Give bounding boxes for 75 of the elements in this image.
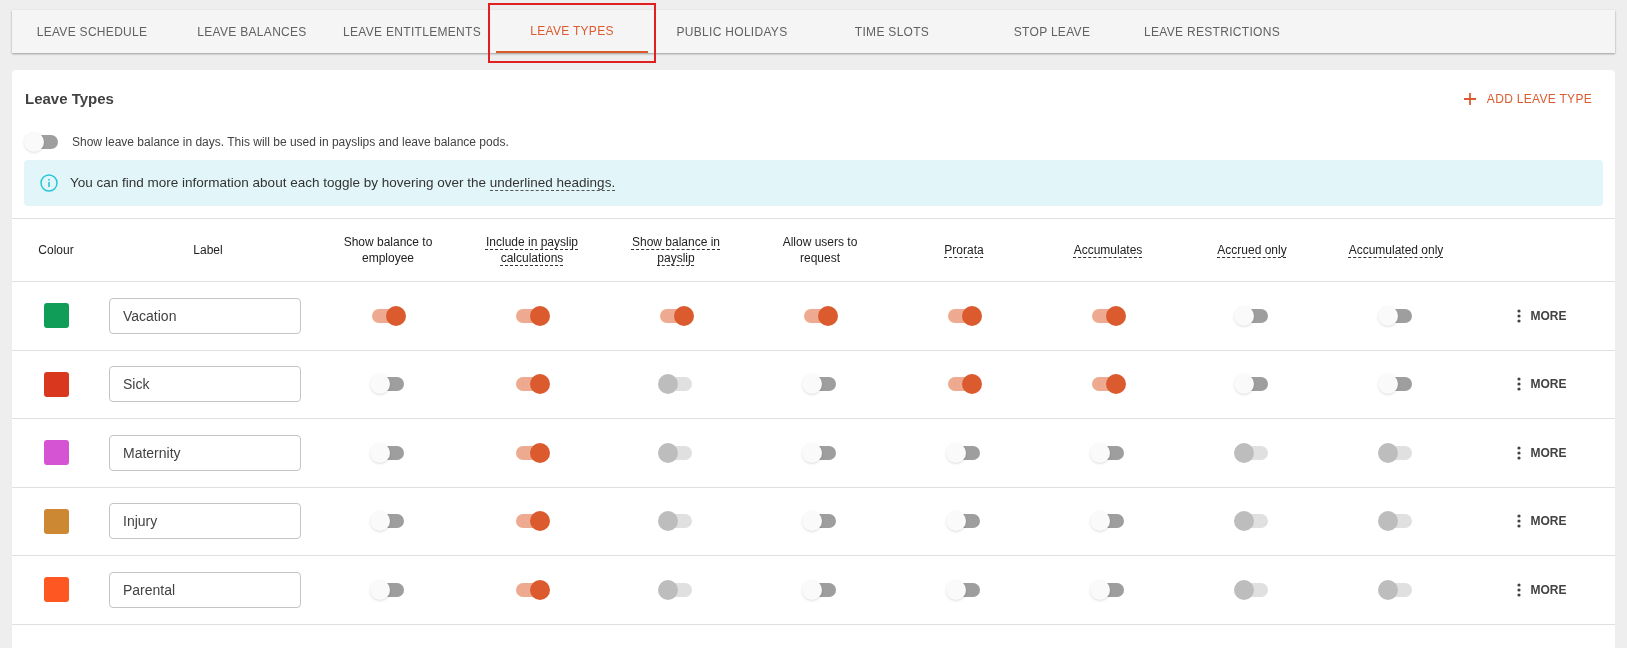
tab[interactable]: LEAVE RESTRICTIONS <box>1136 10 1288 53</box>
info-icon <box>40 174 58 192</box>
toggle-switch[interactable] <box>1090 511 1126 532</box>
toggle-switch[interactable] <box>514 442 550 463</box>
plus-icon <box>1462 92 1477 106</box>
vertical-dots-icon <box>1516 514 1521 529</box>
toggle-switch[interactable] <box>1378 305 1414 326</box>
toggle-switch[interactable] <box>802 511 838 532</box>
toggle-switch[interactable] <box>1090 579 1126 600</box>
label-input[interactable]: Sick <box>109 366 301 403</box>
toggle-switch[interactable] <box>514 305 550 326</box>
vertical-dots-icon <box>1516 582 1521 597</box>
column-heading: Accumulates <box>1073 242 1143 258</box>
colour-swatch[interactable] <box>43 440 69 466</box>
column-heading: Include in payslip calculations <box>484 234 580 266</box>
toggle-switch[interactable] <box>370 305 406 326</box>
label-input[interactable]: Parental <box>109 571 301 608</box>
vertical-dots-icon <box>1516 445 1521 460</box>
vertical-dots-icon <box>1516 308 1521 323</box>
toggle-switch[interactable] <box>370 374 406 395</box>
toggle-switch[interactable] <box>802 579 838 600</box>
toggle-switch[interactable] <box>946 511 982 532</box>
toggle-switch[interactable] <box>514 374 550 395</box>
column-heading: Label <box>193 242 223 258</box>
toggle-switch[interactable] <box>514 511 550 532</box>
info-text: You can find more information about each toggle by hovering over the underlined headings. <box>70 173 616 193</box>
toggle-switch[interactable] <box>802 305 838 326</box>
label-input[interactable]: Maternity <box>109 434 301 471</box>
toggle-switch[interactable] <box>946 442 982 463</box>
add-leave-type-button[interactable]: ADD LEAVE TYPE <box>1452 86 1602 112</box>
more-button[interactable]: MORE <box>1516 306 1567 325</box>
toggle-switch[interactable] <box>24 132 60 152</box>
toggle-switch[interactable] <box>1234 305 1270 326</box>
toggle-switch[interactable] <box>946 374 982 395</box>
column-heading: Show balance to employee <box>342 234 434 266</box>
column-heading: Prorata <box>944 242 984 258</box>
toggle-switch[interactable] <box>1234 374 1270 395</box>
column-heading: Accumulated only <box>1348 242 1444 258</box>
toggle-switch[interactable] <box>1090 374 1126 395</box>
more-button[interactable]: MORE <box>1516 443 1567 462</box>
toggle-switch[interactable] <box>514 579 550 600</box>
tab[interactable]: TIME SLOTS <box>816 10 968 53</box>
colour-swatch[interactable] <box>43 577 69 603</box>
toggle-switch[interactable] <box>1378 374 1414 395</box>
tab[interactable]: STOP LEAVE <box>976 10 1128 53</box>
toggle-label: Show leave balance in days. This will be used in payslips and leave balance pods. <box>72 134 509 151</box>
more-button[interactable]: MORE <box>1516 375 1567 394</box>
colour-swatch[interactable] <box>43 508 69 534</box>
more-button[interactable]: MORE <box>1516 580 1567 599</box>
toggle-switch[interactable] <box>802 374 838 395</box>
toggle-switch[interactable] <box>370 442 406 463</box>
toggle-switch[interactable] <box>658 305 694 326</box>
tab[interactable]: PUBLIC HOLIDAYS <box>656 10 808 53</box>
more-button[interactable]: MORE <box>1516 512 1567 531</box>
toggle-switch[interactable] <box>946 305 982 326</box>
toggle-switch[interactable] <box>802 442 838 463</box>
toggle-switch[interactable] <box>946 579 982 600</box>
column-heading: Colour <box>38 242 74 258</box>
column-heading: Accrued only <box>1217 242 1287 258</box>
column-heading: Allow users to request <box>781 234 859 266</box>
colour-swatch[interactable] <box>43 371 69 397</box>
toggle-switch[interactable] <box>1090 305 1126 326</box>
tab[interactable]: LEAVE BALANCES <box>176 10 328 53</box>
toggle-switch[interactable] <box>370 579 406 600</box>
underlined-headings-link[interactable]: underlined headings. <box>489 174 616 191</box>
vertical-dots-icon <box>1516 377 1521 392</box>
toggle-switch[interactable] <box>370 511 406 532</box>
card-title: Leave Types <box>25 88 114 109</box>
label-input[interactable]: Injury <box>109 503 301 540</box>
toggle-switch[interactable] <box>1090 442 1126 463</box>
tab[interactable]: LEAVE ENTITLEMENTS <box>336 10 488 53</box>
colour-swatch[interactable] <box>43 303 69 329</box>
tab[interactable]: LEAVE SCHEDULE <box>16 10 168 53</box>
column-heading: Show balance in payslip <box>630 234 722 266</box>
label-input[interactable]: Vacation <box>109 297 301 334</box>
